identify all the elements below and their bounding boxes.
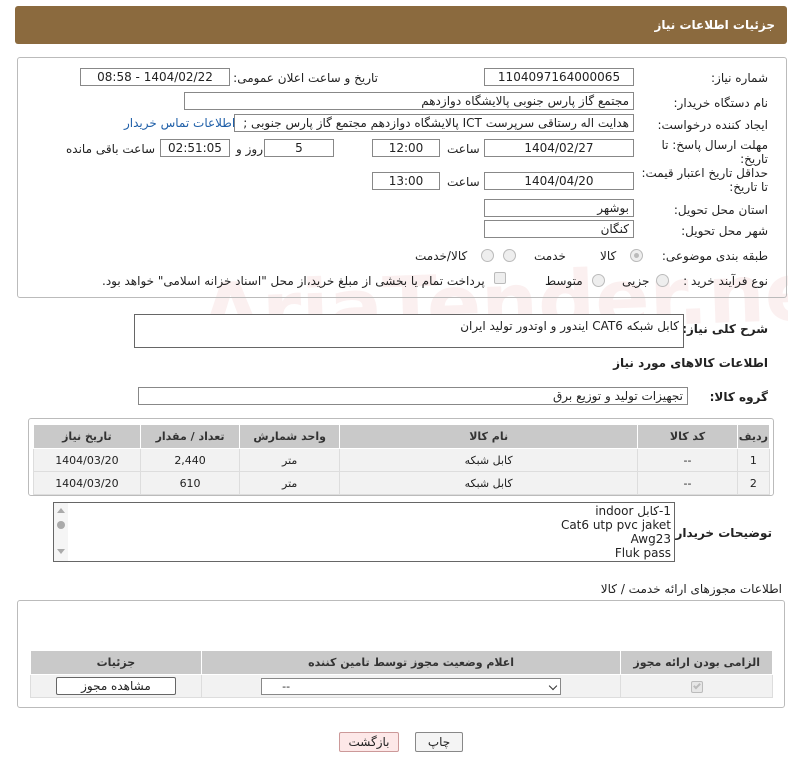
process-radio-minor[interactable] <box>656 274 669 287</box>
process-option-minor: جزیی <box>622 274 650 288</box>
table-row: 2 -- کابل شبکه متر 610 1404/03/20 <box>33 471 771 495</box>
permit-required-checkbox[interactable] <box>690 680 703 693</box>
col-header-name: نام کالا <box>339 424 639 449</box>
scroll-dot-icon <box>57 521 65 529</box>
category-radio-service[interactable] <box>503 249 516 262</box>
deadline-label: مهلت ارسال پاسخ: تا تاریخ: <box>661 138 768 166</box>
notes-line: Fluk pass <box>614 546 671 560</box>
table-row: -- مشاهده مجوز <box>30 674 773 698</box>
category-option-both: کالا/خدمت <box>415 249 468 263</box>
cell-qty: 2,440 <box>139 448 241 472</box>
category-radio-both[interactable] <box>481 249 494 262</box>
cell-qty: 610 <box>139 471 241 495</box>
deadline-time-label: ساعت <box>447 142 480 156</box>
buyer-notes-field: 1-کابل indoor Cat6 utp pvc jaket Awg23 F… <box>53 502 675 562</box>
permit-status-cell: -- <box>200 674 622 698</box>
notes-line: 1-کابل indoor <box>595 504 671 518</box>
min-price-time-field: 13:00 <box>372 172 440 190</box>
print-button[interactable]: چاپ <box>415 732 463 752</box>
process-option-medium: متوسط <box>545 274 583 288</box>
contact-info-link[interactable]: اطلاعات تماس خریدار <box>124 116 235 130</box>
cell-name: کابل شبکه <box>339 471 639 495</box>
remaining-label: ساعت باقی مانده <box>66 142 156 156</box>
cell-unit: متر <box>239 448 341 472</box>
table-row: 1 -- کابل شبکه متر 2,440 1404/03/20 <box>33 448 771 472</box>
col-header-code: کد کالا <box>637 424 738 449</box>
min-price-time-label: ساعت <box>447 175 480 189</box>
days-label: روز و <box>236 142 263 156</box>
cell-code: -- <box>637 448 738 472</box>
goods-group-label: گروه کالا: <box>709 390 768 404</box>
cell-code: -- <box>637 471 738 495</box>
cell-date: 1404/03/20 <box>33 448 141 472</box>
buyer-notes-text: 1-کابل indoor Cat6 utp pvc jaket Awg23 F… <box>561 504 671 560</box>
buyer-org-field: مجتمع گاز پارس جنوبی پالایشگاه دوازدهم <box>184 92 634 110</box>
permits-table: الزامی بودن ارائه مجوز اعلام وضعیت مجوز … <box>30 650 773 698</box>
permit-details-cell: مشاهده مجوز <box>30 674 202 698</box>
permit-status-select[interactable]: -- <box>261 677 562 695</box>
notes-line: Awg23 <box>630 532 671 546</box>
city-label: شهر محل تحویل: <box>681 224 768 238</box>
notes-scrollbar[interactable] <box>54 503 68 561</box>
scroll-up-icon[interactable] <box>57 508 65 513</box>
permit-status-value: -- <box>282 679 291 693</box>
creator-label: ایجاد کننده درخواست: <box>657 118 768 132</box>
need-number-label: شماره نیاز: <box>711 71 768 85</box>
city-field: کنگان <box>484 220 634 238</box>
category-option-goods: کالا <box>600 249 617 263</box>
process-note: پرداخت تمام یا بخشی از مبلغ خرید،از محل … <box>102 274 485 288</box>
permit-header-required: الزامی بودن ارائه مجوز <box>620 650 773 675</box>
notes-line: Cat6 utp pvc jaket <box>560 518 671 532</box>
announce-label: تاریخ و ساعت اعلان عمومی: <box>233 71 378 85</box>
process-label: نوع فرآیند خرید : <box>683 274 768 288</box>
min-price-label: حداقل تاریخ اعتبار قیمت: تا تاریخ: <box>641 166 768 194</box>
back-button[interactable]: بازگشت <box>339 732 399 752</box>
description-label: شرح کلی نیاز: <box>682 322 768 336</box>
permit-required-cell <box>620 674 773 698</box>
deadline-date-field: 1404/02/27 <box>484 139 634 157</box>
buyer-notes-label: توضیحات خریدار: <box>670 526 772 540</box>
process-radio-medium[interactable] <box>592 274 605 287</box>
cell-name: کابل شبکه <box>339 448 639 472</box>
days-field: 5 <box>264 139 334 157</box>
buyer-org-label: نام دستگاه خریدار: <box>673 96 769 110</box>
deadline-time-field: 12:00 <box>372 139 440 157</box>
page-title: جزئیات اطلاعات نیاز <box>15 6 787 44</box>
goods-group-field: تجهیزات تولید و توزیع برق <box>138 387 688 405</box>
category-radio-goods[interactable] <box>630 249 643 262</box>
announce-field: 1404/02/22 - 08:58 <box>80 68 230 86</box>
permit-header-details: جزئیات <box>30 650 202 675</box>
col-header-row: ردیف <box>736 424 771 449</box>
col-header-unit: واحد شمارش <box>239 424 341 449</box>
province-field: بوشهر <box>484 199 634 217</box>
creator-field: هدایت اله رستاقی سرپرست ICT پالایشگاه دو… <box>234 114 634 132</box>
category-option-service: خدمت <box>534 249 566 263</box>
cell-date: 1404/03/20 <box>33 471 141 495</box>
treasury-checkbox[interactable] <box>494 272 506 284</box>
goods-section-title: اطلاعات کالاهای مورد نیاز <box>613 356 768 370</box>
cell-unit: متر <box>239 471 341 495</box>
remaining-time-field: 02:51:05 <box>160 139 230 157</box>
min-price-date-field: 1404/04/20 <box>484 172 634 190</box>
description-field: کابل شبکه CAT6 ایندور و اوتدور تولید ایر… <box>134 314 684 348</box>
permits-section-title: اطلاعات مجوزهای ارائه خدمت / کالا <box>600 582 782 596</box>
category-label: طبقه بندی موضوعی: <box>661 249 768 263</box>
scroll-down-icon[interactable] <box>57 549 65 554</box>
province-label: استان محل تحویل: <box>673 203 768 217</box>
cell-row: 1 <box>736 448 771 472</box>
col-header-qty: تعداد / مقدار <box>139 424 241 449</box>
permit-header-status: اعلام وضعیت مجوز توسط تامین کننده <box>200 650 622 675</box>
chevron-down-icon <box>548 681 558 690</box>
cell-row: 2 <box>736 471 771 495</box>
need-number-field: 1104097164000065 <box>484 68 634 86</box>
view-permit-button[interactable]: مشاهده مجوز <box>55 677 176 695</box>
goods-table: ردیف کد کالا نام کالا واحد شمارش تعداد /… <box>33 424 771 495</box>
col-header-date: تاریخ نیاز <box>33 424 141 449</box>
check-icon <box>692 681 701 689</box>
